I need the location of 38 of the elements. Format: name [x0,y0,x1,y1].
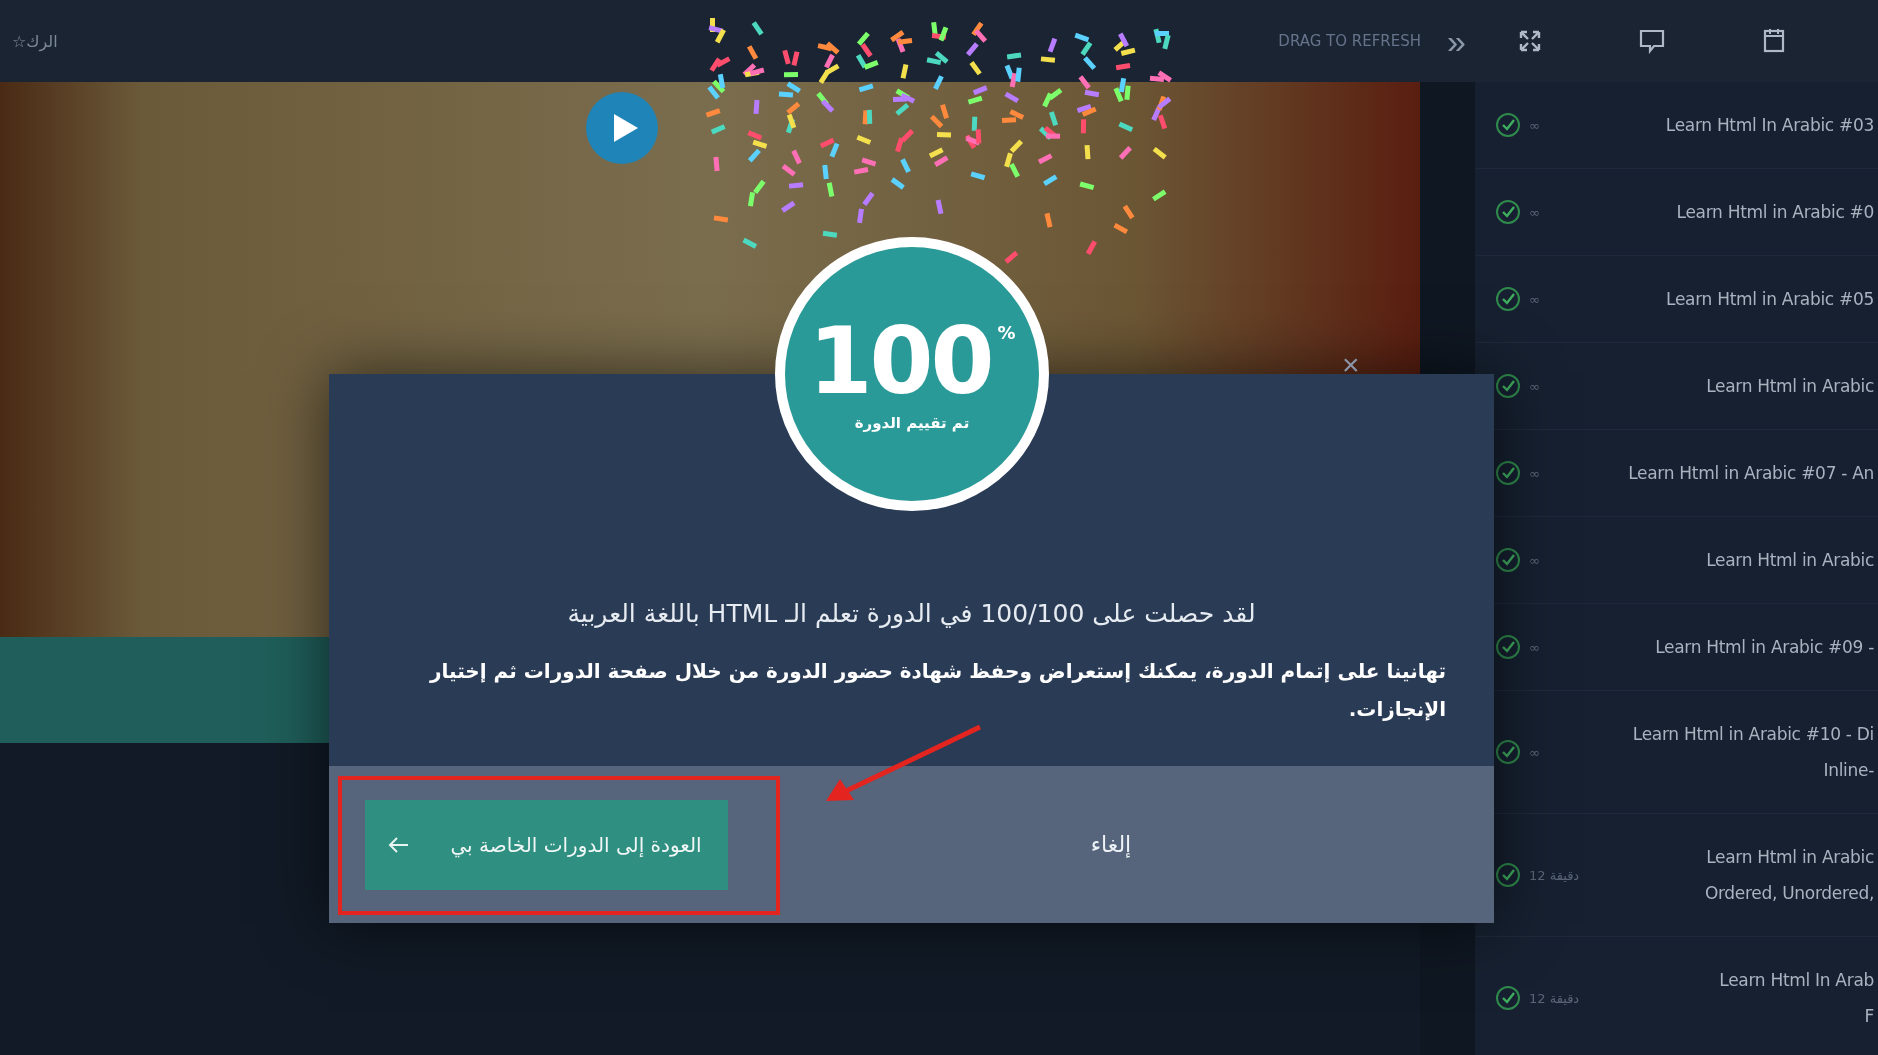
top-bar-label: ☆الرك [12,31,58,51]
lesson-title: Learn Html in Arabic #10 - Di Inline- [1631,723,1875,782]
lesson-title: Learn Html In Arabic #03 [1664,114,1875,137]
arrow-icon [387,835,409,854]
lesson-item[interactable]: ∞ Learn Html in Arabic #0 [1475,169,1878,256]
close-button[interactable]: × [1342,350,1360,380]
lesson-duration: ∞ [1529,639,1541,655]
percent-sign: % [997,322,1016,343]
lesson-item[interactable]: ∞ Learn Html in Arabic #05 [1475,256,1878,343]
lesson-title: Learn Html in Arabic #05 [1665,288,1875,311]
lesson-duration: ∞ [1529,378,1541,394]
collapse-button[interactable]: » [1443,24,1470,58]
lesson-duration: 12 دقيقة [1529,990,1581,1006]
lesson-title: Learn Html in Arabic [1705,549,1875,572]
refresh-hint: DRAG TO REFRESH [1278,32,1422,50]
lesson-title: Learn Html in Arabic Ordered, Unordered, [1703,846,1875,905]
lesson-item[interactable]: ∞ Learn Html In Arabic #03 [1475,82,1878,169]
lesson-duration: ∞ [1529,117,1541,133]
score-value: 100 [808,316,992,408]
lesson-duration: ∞ [1529,552,1541,568]
lesson-title: Learn Html in Arabic #0 [1675,201,1875,224]
lesson-duration: ∞ [1529,204,1541,220]
dialog-note: تهانينا على إتمام الدورة، يمكنك إستعراض وحفظ شهادة حضور الدورة من خلال صفحة الدورات ثم إختيار الإنجازات. [428,658,1446,723]
chat-icon[interactable] [1638,28,1666,54]
lesson-title: Learn Html In Arab F [1718,969,1875,1028]
play-icon[interactable] [586,92,658,164]
score-caption: تم تقييم الدورة [854,414,970,432]
lesson-duration: ∞ [1529,291,1541,307]
lesson-duration: 12 دقيقة [1529,867,1581,883]
dialog-message: لقد حصلت على 100/100 في الدورة تعلم الـ HTML باللغة العربية [566,599,1257,628]
lesson-duration: ∞ [1529,744,1541,760]
lesson-title: Learn Html in Arabic [1705,375,1875,398]
back-to-courses-button[interactable]: العودة إلى الدورات الخاصة بي [365,799,728,890]
lesson-title: Learn Html in Arabic #09 - [1654,636,1875,659]
fullscreen-icon[interactable] [1518,29,1542,53]
lesson-duration: ∞ [1529,465,1541,481]
calendar-icon[interactable] [1762,28,1786,54]
lesson-title: Learn Html in Arabic #07 - An [1627,462,1875,485]
